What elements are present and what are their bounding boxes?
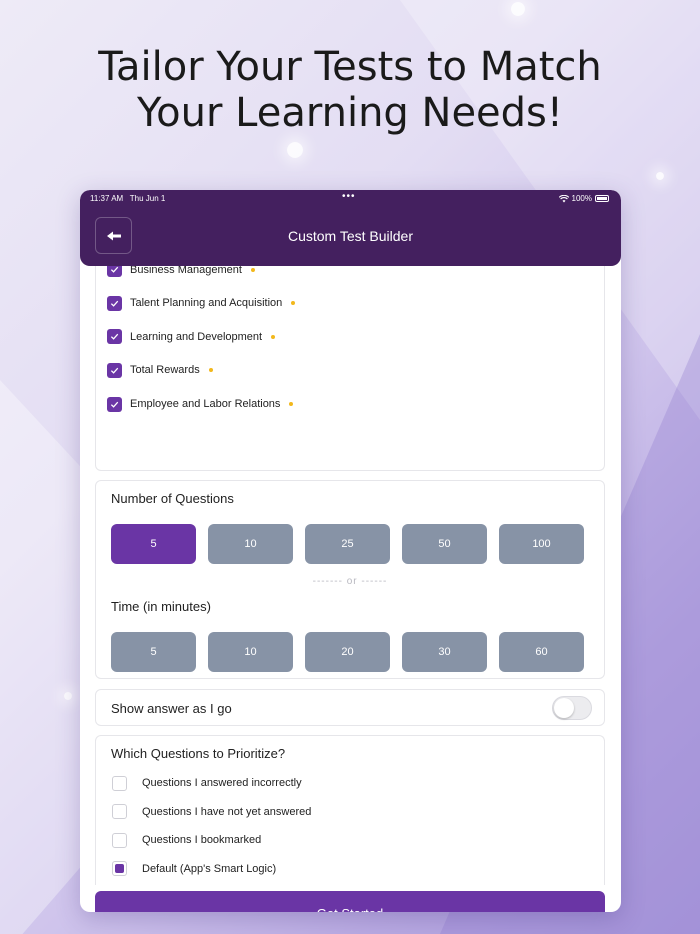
prioritize-label: Questions I have not yet answered: [142, 805, 312, 818]
questions-option-50[interactable]: 50: [402, 524, 487, 564]
domain-label: Total Rewards: [130, 364, 200, 377]
status-right: 100%: [558, 194, 609, 203]
minutes-option-30[interactable]: 30: [402, 632, 487, 672]
domain-marker-dot: [271, 334, 276, 339]
prioritize-option[interactable]: Questions I bookmarked: [112, 832, 261, 848]
check-icon: [110, 367, 119, 374]
prioritize-checkbox[interactable]: [112, 804, 127, 819]
domain-checkbox[interactable]: [107, 295, 122, 311]
domain-label: Employee and Labor Relations: [130, 398, 281, 410]
headline-line-1: Tailor Your Tests to Match: [98, 44, 602, 90]
domain-item[interactable]: Employee and Labor Relations: [107, 395, 294, 413]
minutes-option-10[interactable]: 10: [208, 632, 293, 672]
domain-label: Talent Planning and Acquisition: [130, 297, 283, 310]
show-answer-toggle[interactable]: [552, 696, 592, 720]
show-answer-label: Show answer as I go: [111, 701, 232, 716]
minutes-option-20[interactable]: 20: [305, 632, 390, 672]
battery-percent: 100%: [571, 194, 592, 203]
battery-icon: [595, 195, 609, 202]
show-answer-card: Show answer as I go: [95, 689, 605, 726]
prioritize-label: Default (App's Smart Logic): [142, 862, 277, 875]
status-bar: 11:37 AM Thu Jun 1 ••• 100%: [80, 191, 621, 206]
time-in-minutes-options: 5 10 20 30 60: [111, 632, 584, 672]
domain-checkbox[interactable]: [107, 329, 122, 345]
check-icon: [110, 300, 119, 307]
questions-option-5[interactable]: 5: [111, 524, 196, 564]
domains-card: All DomainsBusiness ManagementTalent Pla…: [95, 228, 605, 471]
background-sparkle: [656, 172, 664, 180]
check-icon: [110, 266, 119, 273]
multitask-dots-icon: •••: [342, 191, 356, 202]
prioritize-option[interactable]: Questions I answered incorrectly: [112, 775, 302, 791]
or-divider: ------- or ------: [312, 576, 388, 587]
domain-item[interactable]: Total Rewards: [107, 361, 213, 379]
number-of-questions-title: Number of Questions: [111, 491, 234, 506]
marketing-headline: Tailor Your Tests to Match Your Learning…: [0, 44, 700, 136]
domain-marker-dot: [250, 267, 255, 272]
domain-item[interactable]: Learning and Development: [107, 328, 276, 346]
domain-marker-dot: [208, 368, 213, 373]
questions-option-10[interactable]: 10: [208, 524, 293, 564]
app-bar: 11:37 AM Thu Jun 1 ••• 100% Custom Test …: [80, 190, 621, 266]
prioritize-checkbox[interactable]: [112, 775, 127, 791]
questions-option-100[interactable]: 100: [499, 524, 584, 564]
prioritize-option[interactable]: Default (App's Smart Logic): [112, 861, 276, 877]
prioritize-label: Questions I bookmarked: [142, 834, 262, 846]
prioritize-label: Questions I answered incorrectly: [142, 777, 302, 789]
custom-test-form: All DomainsBusiness ManagementTalent Pla…: [80, 190, 621, 912]
background-sparkle: [287, 142, 303, 158]
prioritize-checkbox[interactable]: [112, 832, 127, 848]
toggle-knob: [554, 698, 574, 718]
number-of-questions-options: 5 10 25 50 100: [111, 524, 584, 564]
check-icon: [110, 401, 119, 408]
domain-marker-dot: [289, 402, 294, 406]
domain-checkbox[interactable]: [107, 362, 122, 378]
test-length-card: Number of Questions 5 10 25 50 100 ------- o…: [95, 480, 605, 679]
prioritize-checkbox[interactable]: [112, 861, 127, 876]
headline-line-2: Your Learning Needs!: [137, 90, 563, 136]
minutes-option-5[interactable]: 5: [111, 632, 196, 672]
background-sparkle: [511, 2, 525, 16]
domain-marker-dot: [291, 301, 296, 306]
status-time: 11:37 AM Thu Jun 1: [90, 194, 166, 203]
domain-label: Learning and Development: [130, 330, 263, 343]
wifi-icon: [558, 194, 569, 202]
prioritize-title: Which Questions to Prioritize?: [111, 746, 286, 761]
device-screen: All DomainsBusiness ManagementTalent Pla…: [80, 190, 621, 912]
check-icon: [110, 334, 119, 341]
background-sparkle: [64, 692, 72, 700]
get-started-button[interactable]: Get Started: [95, 891, 605, 912]
domain-item[interactable]: Talent Planning and Acquisition: [107, 294, 296, 312]
app-title: Custom Test Builder: [287, 228, 413, 244]
prioritize-card: Which Questions to Prioritize? Questions…: [95, 735, 605, 885]
time-in-minutes-title: Time (in minutes): [111, 599, 211, 614]
minutes-option-60[interactable]: 60: [499, 632, 584, 672]
questions-option-25[interactable]: 25: [305, 524, 390, 564]
prioritize-option[interactable]: Questions I have not yet answered: [112, 804, 311, 820]
domain-checkbox[interactable]: [107, 396, 122, 412]
